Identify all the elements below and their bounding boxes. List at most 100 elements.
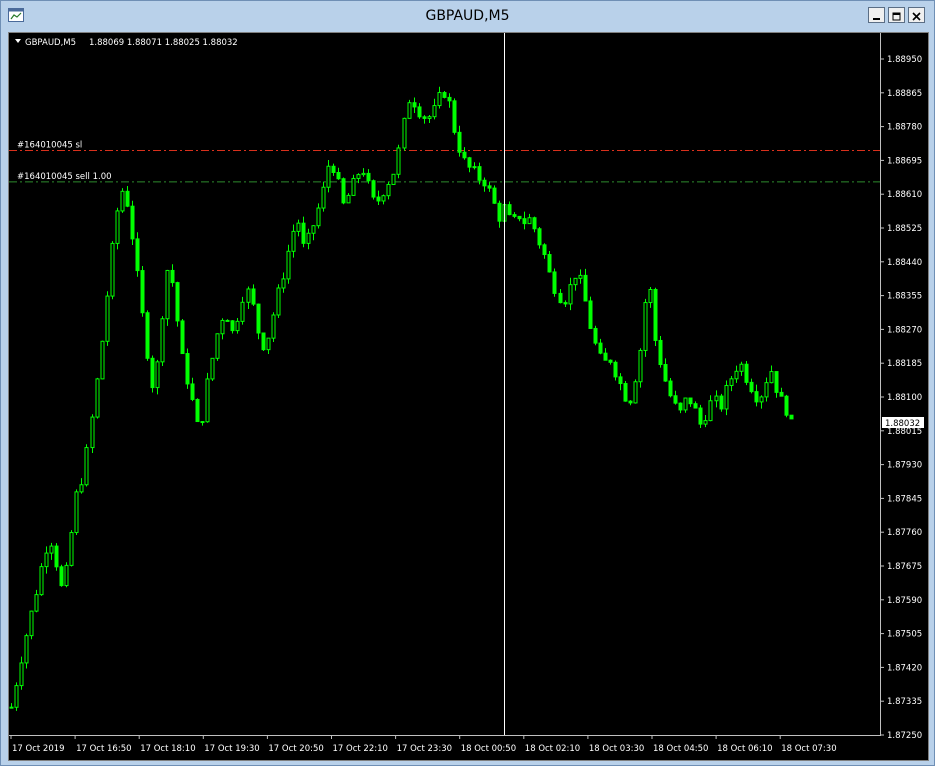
candle: [457, 125, 462, 157]
candle: [462, 147, 467, 160]
candle: [175, 281, 180, 327]
candle: [492, 185, 497, 204]
candle: [578, 269, 583, 284]
candle: [522, 211, 527, 230]
candle: [512, 212, 517, 219]
candle: [532, 216, 537, 233]
candle: [391, 173, 396, 185]
candle: [361, 168, 366, 177]
candle: [346, 193, 351, 204]
candle: [311, 225, 316, 241]
candle: [769, 365, 774, 384]
candle: [110, 241, 115, 300]
price-axis-label: 1.87335: [887, 697, 922, 707]
candle: [658, 336, 663, 368]
candle: [407, 99, 412, 119]
candle: [396, 144, 401, 179]
candle: [336, 167, 341, 180]
candle: [326, 159, 331, 193]
candle: [719, 393, 724, 412]
current-price-label: 1.88032: [885, 419, 920, 429]
candle: [467, 156, 472, 173]
price-axis-label: 1.87760: [887, 528, 922, 538]
candle: [210, 357, 215, 381]
candle: [286, 244, 291, 284]
maximize-icon: [892, 6, 901, 25]
candle: [140, 265, 145, 317]
dropdown-triangle-icon[interactable]: [15, 39, 21, 43]
candle: [437, 86, 442, 109]
chart-window: GBPAUD,M5 GBPAUD,M5 1.88069 1.88071 1.88…: [0, 0, 935, 766]
candle: [547, 251, 552, 273]
candle: [225, 319, 230, 322]
order-line-label: #164010045 sl: [17, 140, 82, 150]
candle: [764, 377, 769, 402]
candle: [678, 402, 683, 414]
candle: [668, 378, 673, 398]
candle: [472, 162, 477, 170]
candle: [784, 394, 789, 418]
candle: [729, 376, 734, 392]
candle: [271, 312, 276, 343]
candle: [59, 564, 64, 587]
candle: [452, 98, 457, 135]
candle: [759, 395, 764, 409]
price-chart[interactable]: GBPAUD,M5 1.88069 1.88071 1.88025 1.8803…: [8, 32, 929, 761]
candle: [180, 319, 185, 355]
candles: [9, 86, 794, 711]
order-lines[interactable]: #164010045 sl #164010045 sell 1.00: [9, 140, 880, 183]
candlestick-chart[interactable]: GBPAUD,M5 1.88069 1.88071 1.88025 1.8803…: [9, 33, 930, 762]
candle: [417, 103, 422, 119]
candle: [155, 359, 160, 395]
candle: [447, 93, 452, 108]
time-axis-label: 18 Oct 02:10: [525, 744, 580, 754]
title-bar[interactable]: GBPAUD,M5: [1, 1, 934, 32]
candle: [381, 194, 386, 205]
candle: [135, 232, 140, 277]
candle: [558, 288, 563, 304]
maximize-button[interactable]: [888, 7, 905, 23]
candle: [235, 317, 240, 334]
candle: [276, 284, 281, 319]
candle: [734, 365, 739, 383]
candle: [648, 286, 653, 308]
candle: [9, 703, 14, 709]
candle: [598, 338, 603, 355]
price-axis-label: 1.87675: [887, 562, 922, 572]
time-axis-label: 18 Oct 07:30: [781, 744, 836, 754]
candle: [643, 298, 648, 357]
candle: [19, 656, 24, 690]
candle: [487, 182, 492, 192]
time-axis-label: 18 Oct 03:30: [589, 744, 644, 754]
close-button[interactable]: [908, 7, 925, 23]
price-axis-label: 1.87420: [887, 663, 922, 673]
candle: [240, 296, 245, 325]
candle: [79, 478, 84, 494]
candle: [708, 395, 713, 422]
candle: [64, 562, 69, 588]
candle: [301, 216, 306, 248]
candle: [517, 215, 522, 222]
candle: [125, 186, 130, 208]
candle: [54, 543, 59, 571]
price-axis-label: 1.88355: [887, 292, 922, 302]
candle: [316, 203, 321, 229]
candle: [552, 268, 557, 297]
price-axis-label: 1.87250: [887, 731, 922, 741]
candle: [185, 348, 190, 389]
price-axis-label: 1.88865: [887, 89, 922, 99]
candle: [69, 530, 74, 567]
candle: [145, 310, 150, 361]
candle: [427, 115, 432, 123]
candle: [190, 377, 195, 402]
minimize-button[interactable]: [868, 7, 885, 23]
candle: [779, 387, 784, 397]
candle: [603, 348, 608, 361]
price-axis-label: 1.88525: [887, 224, 922, 234]
close-icon: [912, 6, 921, 25]
candle: [774, 371, 779, 398]
time-axis-label: 17 Oct 23:30: [397, 744, 452, 754]
candle: [583, 268, 588, 302]
price-axis-label: 1.87930: [887, 461, 922, 471]
candle: [633, 379, 638, 404]
